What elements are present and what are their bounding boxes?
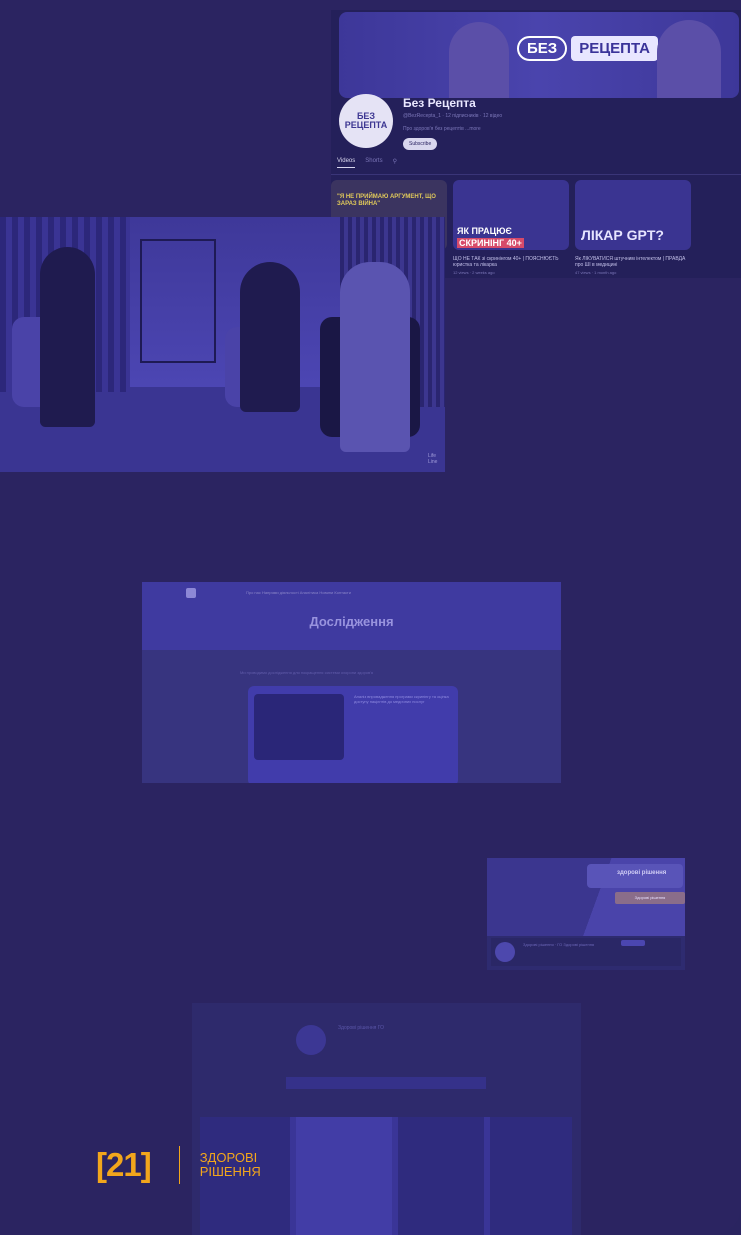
logo-divider [178, 1146, 180, 1184]
guest-woman [40, 247, 95, 427]
search-icon[interactable]: ⚲ [393, 158, 397, 168]
post-tile[interactable] [398, 1117, 484, 1235]
site-header: Про нас Напрями діяльності Аналітика Нов… [142, 582, 561, 650]
video-title[interactable]: ЩО НЕ ТАК зі скринінгом 40+ | ПОЯСНЮЄТЬ … [453, 256, 569, 268]
profile-logo[interactable] [296, 1025, 326, 1055]
studio-shelf [140, 239, 216, 363]
facebook-brand-badge: здорові рішення [587, 864, 683, 888]
studio-photo: Life Line [0, 217, 445, 472]
guest-man [240, 262, 300, 412]
research-card-image [254, 694, 344, 760]
post-tile[interactable] [296, 1117, 392, 1235]
video-card[interactable]: ЯК ПРАЦЮЄ СКРИНІНГ 40+ ЩО НЕ ТАК зі скри… [453, 180, 569, 275]
facebook-brand-text: здорові рішення [617, 870, 667, 876]
thumbnail-quote: "Я НЕ ПРИЙМАЮ АРГУМЕНТ, ЩО ЗАРАЗ ВІЙНА" [337, 194, 436, 207]
facebook-page-name[interactable]: Здорові рішення · ГО Здорові рішення [523, 942, 594, 947]
channel-name: Без Рецепта [403, 96, 476, 110]
subscribe-button[interactable]: Subscribe [403, 138, 438, 150]
facebook-avatar[interactable] [495, 942, 515, 962]
logo-line-2: РІШЕННЯ [199, 1164, 261, 1179]
banner-brand-left: БЕЗ [517, 35, 568, 61]
channel-avatar[interactable]: БЕЗ РЕЦЕПТА [339, 94, 393, 148]
banner-brand-right: РЕЦЕПТА [571, 35, 658, 61]
photo-watermark: Life Line [428, 453, 438, 465]
host-photo-left [449, 22, 509, 98]
thumbnail-title: ЛІКАР GPT? [581, 227, 664, 243]
logo-line-1: ЗДОРОВІ [199, 1150, 258, 1165]
company-logo: [21] ЗДОРОВІ РІШЕННЯ [96, 1146, 261, 1184]
social-profile-screenshot: Здорові рішення ГО [192, 1003, 581, 1235]
video-thumbnail[interactable]: ЯК ПРАЦЮЄ СКРИНІНГ 40+ [453, 180, 569, 250]
research-card-text: Аналіз впровадження програми скринінгу т… [354, 694, 449, 704]
video-card[interactable]: ЛІКАР GPT? Як ЛІКУВАТИСЯ штучним інтелек… [575, 180, 691, 275]
profile-title: Здорові рішення ГО [338, 1025, 385, 1031]
logo-number: [21] [96, 1146, 152, 1183]
facebook-promo-banner: Здорові рішення [615, 892, 685, 904]
logo-wordmark: ЗДОРОВІ РІШЕННЯ [200, 1151, 261, 1179]
banner-brand: БЕЗ РЕЦЕПТА [517, 34, 658, 62]
video-meta: 47 views · 1 month ago [575, 270, 617, 275]
research-card[interactable]: Аналіз впровадження програми скринінгу т… [248, 686, 458, 783]
video-title[interactable]: Як ЛІКУВАТИСЯ штучним інтелектом | ПРАВД… [575, 256, 691, 268]
site-nav[interactable]: Про нас Напрями діяльності Аналітика Нов… [246, 590, 351, 595]
site-logo-icon[interactable] [186, 588, 196, 598]
website-screenshot: Про нас Напрями діяльності Аналітика Нов… [142, 582, 561, 783]
facebook-action-button[interactable] [621, 940, 645, 946]
portfolio-page: БЕЗ РЕЦЕПТА БЕЗ РЕЦЕПТА Без Рецепта @Bez… [0, 0, 741, 1235]
channel-handle: @BezRecepta_1 · 12 підписників · 12 віде… [403, 113, 503, 119]
video-meta: 12 views · 2 weeks ago [453, 270, 495, 275]
thumbnail-title: ЯК ПРАЦЮЄ [457, 226, 512, 236]
channel-description[interactable]: Про здоров'я без рецептів ...more [403, 126, 481, 132]
host-photo-right [657, 20, 721, 98]
site-page-title: Дослідження [309, 614, 394, 629]
thumbnail-subtitle: СКРИНІНГ 40+ [457, 238, 524, 248]
site-intro: Ми проводимо дослідження для покращення … [240, 670, 374, 675]
tabs-divider [331, 174, 741, 175]
tab-shorts[interactable]: Shorts [365, 158, 382, 168]
profile-tabs[interactable] [286, 1077, 486, 1089]
channel-tabs: Videos Shorts ⚲ [337, 158, 397, 168]
channel-banner: БЕЗ РЕЦЕПТА [339, 12, 739, 98]
host-woman [340, 262, 410, 452]
video-thumbnail[interactable]: ЛІКАР GPT? [575, 180, 691, 250]
facebook-page-screenshot: здорові рішення Здорові рішення Здорові … [487, 858, 685, 970]
avatar-label: БЕЗ РЕЦЕПТА [344, 111, 388, 130]
tab-videos[interactable]: Videos [337, 158, 356, 168]
post-tile[interactable] [490, 1117, 572, 1235]
